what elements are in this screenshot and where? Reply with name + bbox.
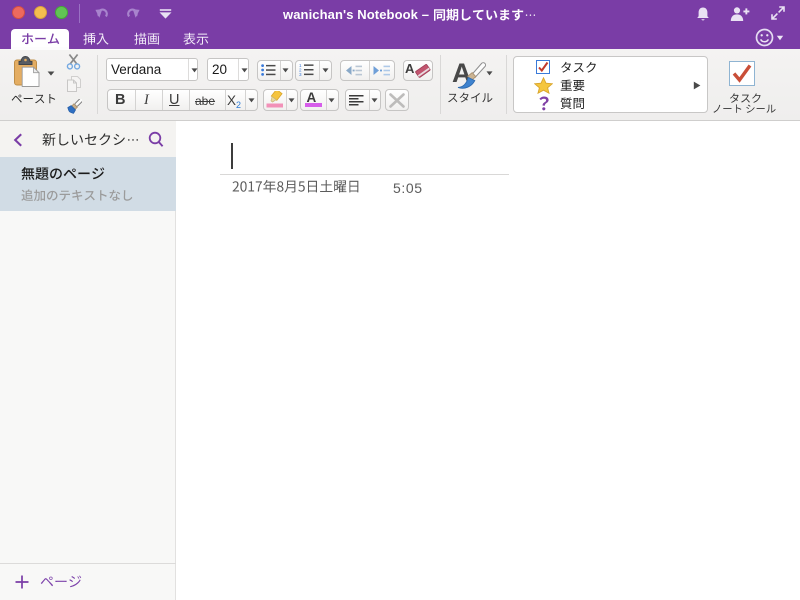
svg-text:3: 3 [299,72,302,76]
svg-text:A: A [405,61,415,76]
